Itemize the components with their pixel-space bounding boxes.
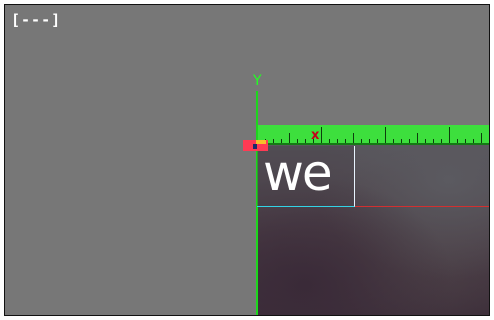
ruler-tick (401, 139, 402, 143)
ruler-tick (353, 133, 354, 143)
ruler-tick (393, 139, 394, 143)
ruler-tick (433, 139, 434, 143)
canvas-viewport[interactable]: [---] x Y we (4, 4, 490, 316)
ruler-tick (473, 139, 474, 143)
origin-handle-icon[interactable] (243, 140, 268, 151)
origin-handle-highlight (256, 140, 266, 144)
ruler-tick (345, 139, 346, 143)
x-axis-label: x (311, 128, 320, 143)
ruler-tick (281, 139, 282, 143)
y-axis-label: Y (253, 73, 262, 89)
ruler-tick (465, 139, 466, 143)
ruler-tick (369, 139, 370, 143)
horizontal-guide-line[interactable] (355, 206, 489, 207)
ruler-tick (329, 139, 330, 143)
ruler-tick (441, 139, 442, 143)
ruler-tick (289, 133, 290, 143)
ruler-tick (337, 139, 338, 143)
ruler-tick (449, 127, 450, 143)
view-corner-label[interactable]: [---] (11, 11, 61, 29)
ruler-tick (361, 139, 362, 143)
origin-handle-pivot (253, 144, 257, 149)
text-layer-content[interactable]: we (263, 144, 333, 202)
ruler-tick (425, 139, 426, 143)
ruler-tick (409, 139, 410, 143)
x-axis-ruler[interactable] (257, 125, 490, 145)
ruler-tick (385, 127, 386, 143)
ruler-tick (377, 139, 378, 143)
ruler-tick (273, 139, 274, 143)
ruler-tick (305, 139, 306, 143)
ruler-tick (489, 139, 490, 143)
ruler-tick (321, 127, 322, 143)
ruler-tick (457, 139, 458, 143)
text-layer-bounding-box[interactable]: we (257, 144, 355, 207)
ruler-tick (297, 139, 298, 143)
ruler-tick (417, 133, 418, 143)
ruler-tick (481, 133, 482, 143)
